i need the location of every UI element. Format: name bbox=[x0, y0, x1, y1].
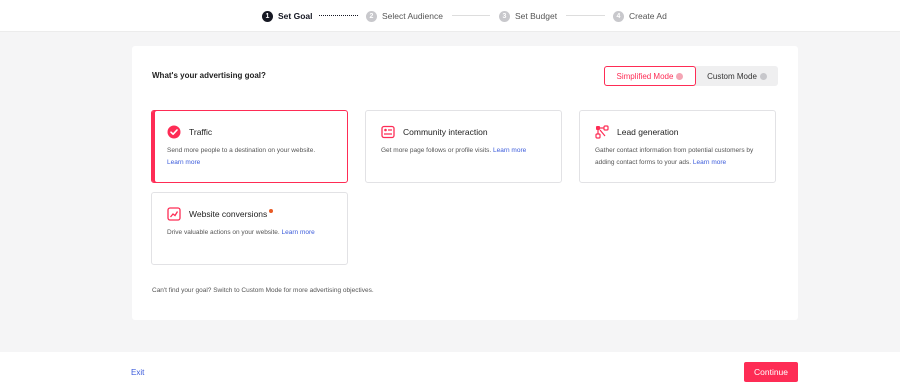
new-indicator-dot bbox=[269, 209, 274, 213]
goal-description: Send more people to a destination on you… bbox=[167, 145, 337, 169]
lead-icon bbox=[595, 125, 609, 139]
goal-desc-text: Drive valuable actions on your website. bbox=[167, 229, 280, 236]
simplified-mode-label: Simplified Mode bbox=[616, 71, 674, 81]
learn-more-link[interactable]: Learn more bbox=[493, 147, 526, 154]
progress-stepper: 1 Set Goal 2 Select Audience 3 Set Budge… bbox=[0, 0, 900, 32]
help-icon[interactable] bbox=[759, 72, 767, 80]
goal-title: Website conversions bbox=[189, 209, 274, 219]
goal-title: Community interaction bbox=[403, 127, 488, 137]
learn-more-link[interactable]: Learn more bbox=[693, 159, 726, 166]
goal-option-website-conversions[interactable]: Website conversions Drive valuable actio… bbox=[151, 192, 348, 265]
step-number: 4 bbox=[613, 10, 624, 22]
goal-title: Lead generation bbox=[617, 127, 679, 137]
step-connector bbox=[566, 15, 605, 16]
goal-selection-card: What's your advertising goal? Simplified… bbox=[132, 46, 798, 320]
step-number: 2 bbox=[366, 10, 377, 22]
step-label: Set Goal bbox=[278, 11, 313, 21]
goal-desc-text: Send more people to a destination on you… bbox=[167, 147, 316, 154]
help-icon[interactable] bbox=[676, 72, 684, 80]
step-connector bbox=[319, 15, 358, 16]
community-icon bbox=[381, 125, 395, 139]
step-label: Create Ad bbox=[629, 11, 667, 21]
learn-more-link[interactable]: Learn more bbox=[167, 159, 200, 166]
continue-button[interactable]: Continue bbox=[744, 362, 798, 382]
check-circle-icon bbox=[167, 125, 181, 139]
goal-question: What's your advertising goal? bbox=[152, 71, 266, 80]
step-label: Set Budget bbox=[515, 11, 558, 21]
goal-description: Gather contact information from potentia… bbox=[595, 145, 765, 169]
exit-link[interactable]: Exit bbox=[131, 368, 144, 377]
goal-option-lead-generation[interactable]: Lead generation Gather contact informati… bbox=[579, 110, 776, 183]
step-select-audience[interactable]: 2 Select Audience bbox=[366, 9, 443, 23]
goal-option-traffic[interactable]: Traffic Send more people to a destinatio… bbox=[151, 110, 348, 183]
step-set-budget[interactable]: 3 Set Budget bbox=[499, 9, 557, 23]
mode-toggle: Simplified Mode Custom Mode bbox=[604, 66, 778, 86]
step-set-goal[interactable]: 1 Set Goal bbox=[262, 9, 312, 23]
step-label: Select Audience bbox=[382, 11, 443, 21]
goal-desc-text: Gather contact information from potentia… bbox=[595, 147, 754, 166]
custom-mode-label: Custom Mode bbox=[707, 71, 757, 81]
custom-mode-hint: Can't find your goal? Switch to Custom M… bbox=[152, 287, 374, 294]
goal-description: Get more page follows or profile visits.… bbox=[381, 145, 551, 157]
step-connector bbox=[452, 15, 490, 16]
step-number: 1 bbox=[262, 10, 273, 22]
goal-option-community-interaction[interactable]: Community interaction Get more page foll… bbox=[365, 110, 562, 183]
conversion-chart-icon bbox=[167, 207, 181, 221]
step-create-ad[interactable]: 4 Create Ad bbox=[613, 9, 667, 23]
learn-more-link[interactable]: Learn more bbox=[282, 229, 315, 236]
goal-title: Traffic bbox=[189, 127, 213, 137]
goal-desc-text: Get more page follows or profile visits. bbox=[381, 147, 492, 154]
footer-bar: Exit Continue bbox=[0, 352, 900, 390]
custom-mode-button[interactable]: Custom Mode bbox=[696, 66, 778, 86]
goal-title-text: Website conversions bbox=[189, 209, 268, 219]
goal-description: Drive valuable actions on your website. … bbox=[167, 227, 337, 239]
step-number: 3 bbox=[499, 10, 510, 22]
simplified-mode-button[interactable]: Simplified Mode bbox=[604, 66, 696, 86]
